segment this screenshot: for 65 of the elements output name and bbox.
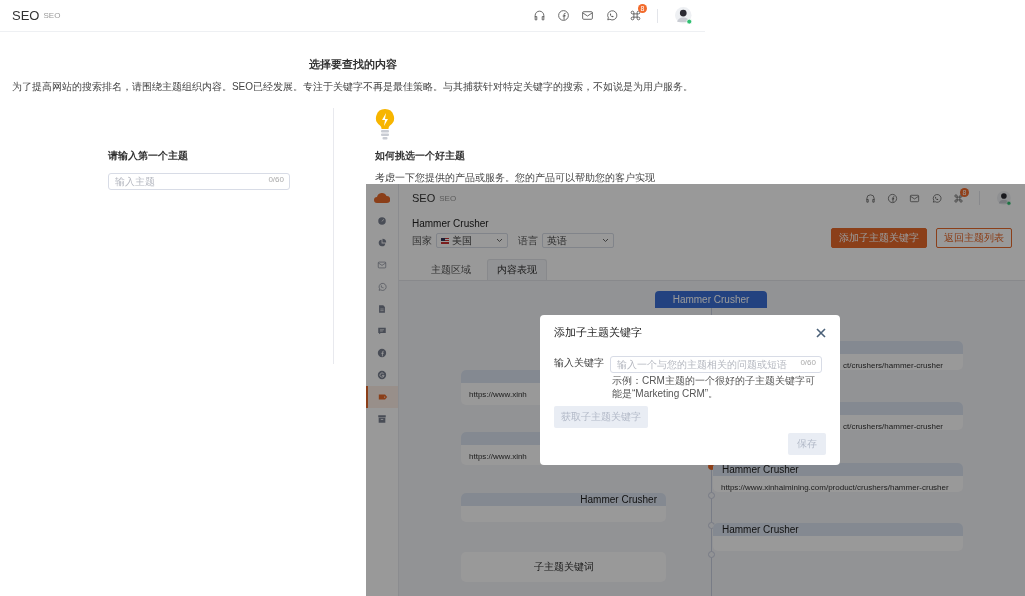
add-keyword-button[interactable]: 添加子主题关键字 <box>831 228 927 248</box>
app-title: SEO <box>412 192 436 204</box>
card-title: Hammer Crusher <box>713 463 963 476</box>
dropdown[interactable]: 英语 <box>542 233 614 248</box>
mail-icon[interactable] <box>909 192 920 204</box>
char-counter: 0/60 <box>800 358 816 367</box>
apps-icon[interactable] <box>629 9 642 22</box>
page-card[interactable]: Hammer Crusher <box>461 493 666 522</box>
page-heading: 选择要查找的内容 <box>308 57 397 72</box>
char-counter: 0/60 <box>268 175 284 184</box>
dialog-title: 添加子主题关键字 <box>554 325 642 340</box>
sidebar-item[interactable] <box>366 386 398 408</box>
intro-text: 为了提高网站的搜索排名，请围绕主题组织内容。SEO已经发展。专注于关键字不再是最佳策略。与其捕获针对特定关键字的搜索，不如说是为用户服务。 <box>11 80 694 94</box>
whatsapp-icon[interactable] <box>377 282 387 292</box>
facebook-icon[interactable] <box>377 348 387 358</box>
card-url: https://www.xinh <box>469 390 527 399</box>
app-title: SEO <box>12 8 40 23</box>
mail-icon[interactable] <box>581 9 594 22</box>
avatar-icon[interactable] <box>997 190 1012 206</box>
whatsapp-icon[interactable] <box>931 192 942 204</box>
page-card[interactable]: Hammer Crusher <box>713 523 963 551</box>
root-topic-node[interactable]: Hammer Crusher <box>655 291 767 308</box>
filter-label: 国家 <box>412 233 432 248</box>
tip-text: 考虑一下您提供的产品或服务。您的产品可以帮助您的客户实现 <box>375 171 655 185</box>
pie-chart-icon[interactable] <box>377 238 387 248</box>
cloud-logo-icon <box>374 192 390 204</box>
tab[interactable]: 主题区域 <box>421 259 481 280</box>
flag-icon <box>441 237 449 244</box>
card-url: ct/crushers/hammer-crusher <box>843 361 944 370</box>
headset-icon[interactable] <box>533 9 546 22</box>
file-icon[interactable] <box>377 304 387 314</box>
apps-icon[interactable] <box>953 192 964 204</box>
mail-icon[interactable] <box>377 260 387 270</box>
google-icon[interactable] <box>377 370 387 380</box>
facebook-icon[interactable] <box>887 192 898 204</box>
filter-label: 语言 <box>518 233 538 248</box>
app-subtitle: SEO <box>43 11 61 20</box>
headset-icon[interactable] <box>865 192 876 204</box>
tab[interactable]: 内容表现 <box>487 259 547 280</box>
whatsapp-icon[interactable] <box>605 9 618 22</box>
chat-icon[interactable] <box>377 326 387 336</box>
close-icon[interactable] <box>816 327 826 338</box>
section-heading: 如何挑选一个好主题 <box>375 149 466 163</box>
gauge-icon[interactable] <box>377 216 387 226</box>
card-url: ct/crushers/hammer-crusher <box>843 422 944 430</box>
card-title: Hammer Crusher <box>713 523 963 536</box>
tag-icon[interactable] <box>378 392 388 402</box>
field-label: 请输入第一个主题 <box>108 149 189 163</box>
dropdown[interactable]: 美国 <box>436 233 508 248</box>
card-url: https://www.xinhaimining.com/product/crushers/hammer-crusher <box>721 483 949 492</box>
topic-title: Hammer Crusher <box>412 218 490 229</box>
card-title: Hammer Crusher <box>461 493 666 506</box>
back-button[interactable]: 返回主题列表 <box>936 228 1012 248</box>
chevron-icon <box>602 238 609 243</box>
card-url: https://www.xinh <box>469 452 527 461</box>
facebook-icon[interactable] <box>557 9 570 22</box>
page-card[interactable]: Hammer Crusher https://www.xinhaimining.com/product/crushers/hammer-crusher <box>713 463 963 492</box>
field-label: 输入关键字 <box>554 355 604 370</box>
archive-icon[interactable] <box>377 414 387 424</box>
card-label: 子主题关键词 <box>533 560 594 574</box>
keyword-card[interactable]: 子主题关键词 <box>461 552 666 582</box>
lightbulb-icon <box>375 108 395 141</box>
chevron-icon <box>496 238 503 243</box>
hint-text: 示例：CRM主题的一个很好的子主题关键字可能是“Marketing CRM”。 <box>612 374 816 400</box>
avatar-icon[interactable] <box>675 6 693 25</box>
